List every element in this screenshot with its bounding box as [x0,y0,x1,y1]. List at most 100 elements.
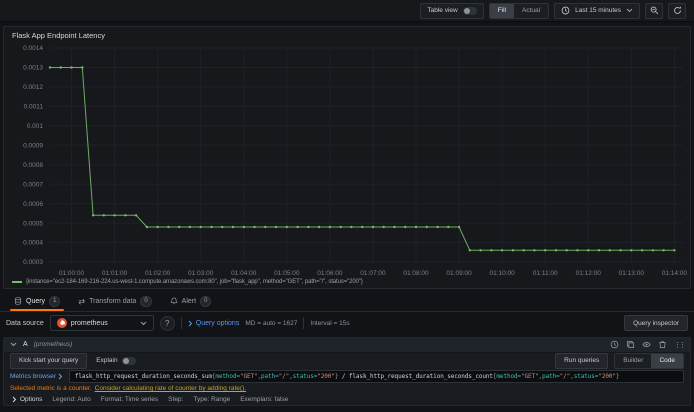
divider [180,317,182,329]
svg-text:0.0008: 0.0008 [23,162,43,169]
table-view-label: Table view [427,7,458,14]
counter-warning-text: Selected metric is a counter. [10,385,92,393]
legend-series-label: {instance="ec2-184-169-216-224.us-west-1… [26,279,363,285]
query-row-actions: ⋮⋮ [610,340,686,349]
option-step: Step: [168,395,184,403]
query-options-toggle[interactable]: Query options [188,319,240,327]
svg-text:0.0005: 0.0005 [23,220,43,227]
svg-text:01:07:00: 01:07:00 [360,270,386,277]
query-ref-id: A [23,341,28,349]
max-data-points-summary: MD = auto = 1627 [245,319,298,327]
metrics-browser-label: Metrics browser [10,373,56,381]
svg-text:01:11:00: 01:11:00 [533,270,558,277]
tab-transform-badge: 0 [140,295,152,307]
options-toggle[interactable]: Options [12,396,42,403]
svg-text:01:13:00: 01:13:00 [619,270,645,277]
time-range-picker[interactable]: Last 15 minutes [554,2,640,19]
tab-transform-data[interactable]: ⇄ Transform data 0 [70,291,159,311]
latency-chart[interactable]: 0.0014 0.0013 0.0012 0.0011 0.001 0.0009 0.000… [5,43,689,277]
chart-legend[interactable]: {instance="ec2-184-169-216-224.us-west-1… [12,279,363,285]
tab-query-label: Query [26,297,46,305]
datasource-value: prometheus [70,319,108,327]
remove-query-trash-icon[interactable] [658,340,667,349]
svg-text:01:03:00: 01:03:00 [188,270,214,277]
hide-response-eye-icon[interactable] [642,340,651,349]
svg-text:01:12:00: 01:12:00 [576,270,602,277]
chevron-down-icon [626,8,633,13]
legend-series-swatch [12,281,22,283]
refresh-icon [673,6,682,15]
query-history-icon[interactable] [610,340,619,349]
table-view-toggle-group[interactable]: Table view [420,2,484,19]
panel-title: Flask App Endpoint Latency [12,31,105,40]
editor-mode-group: Builder Code [614,352,684,369]
svg-text:0.0011: 0.0011 [24,104,44,111]
zoom-out-button[interactable] [645,2,663,19]
svg-text:01:14:00: 01:14:00 [662,270,688,277]
code-mode-button[interactable]: Code [651,353,683,368]
query-inspector-button[interactable]: Query inspector [624,315,688,331]
svg-text:0.0003: 0.0003 [23,259,43,266]
query-editor-card: A (prometheus) ⋮⋮ Kick start your query … [3,337,691,406]
drag-handle[interactable]: ⋮⋮ [674,341,686,349]
explain-label: Explain [96,357,118,365]
actual-button[interactable]: Actual [514,4,548,18]
datasource-select[interactable]: prometheus [49,315,154,331]
tab-query[interactable]: Query 1 [6,291,68,311]
tab-alert-label: Alert [181,297,197,305]
chevron-right-icon [188,320,192,326]
run-queries-button[interactable]: Run queries [555,352,609,369]
zoom-out-icon [650,6,659,15]
panel-editor-topbar: Table view Fill Actual Last 15 minutes [0,0,694,22]
kick-start-query-button[interactable]: Kick start your query [10,352,88,369]
svg-text:01:06:00: 01:06:00 [317,270,343,277]
latency-panel: Flask App Endpoint Latency 0.0014 0.0013 0… [3,26,691,289]
latency-chart-svg: 0.0014 0.0013 0.0012 0.0011 0.001 0.0009 0.000… [23,45,688,277]
duplicate-query-icon[interactable] [626,340,635,349]
option-exemplars: Exemplars: false [240,395,289,403]
datasource-row: Data source prometheus ? Query options M… [6,314,688,332]
datasource-label: Data source [6,319,44,327]
query-warning-row: Selected metric is a counter. Consider c… [4,385,690,394]
tab-transform-label: Transform data [89,297,137,305]
svg-text:01:02:00: 01:02:00 [145,270,171,277]
svg-text:0.0014: 0.0014 [23,45,43,52]
clock-icon [561,6,570,15]
svg-text:01:01:00: 01:01:00 [102,270,128,277]
fit-mode-group: Fill Actual [488,2,550,19]
prometheus-logo-icon [56,318,67,328]
chevron-right-icon [58,374,63,380]
time-range-label: Last 15 minutes [575,7,621,14]
explain-switch[interactable] [121,356,136,365]
svg-text:0.0012: 0.0012 [23,84,43,91]
query-datasource-hint: (prometheus) [33,341,73,349]
divider [303,317,305,329]
table-view-switch[interactable] [462,6,477,15]
query-options-label: Query options [195,319,240,327]
options-label-text: Options [20,395,43,403]
add-rate-hint-link[interactable]: Consider calculating rate of counter by … [95,385,246,392]
refresh-button[interactable] [668,2,686,19]
chevron-down-icon [10,342,17,347]
transform-arrows-icon: ⇄ [78,296,86,306]
svg-text:01:00:00: 01:00:00 [59,270,85,277]
option-legend: Legend: Auto [52,395,91,403]
svg-text:0.0013: 0.0013 [23,65,43,72]
svg-text:0.0009: 0.0009 [23,142,43,149]
svg-text:0.0004: 0.0004 [23,240,43,247]
svg-text:01:10:00: 01:10:00 [489,270,515,277]
promql-expression-input[interactable]: flask_http_request_duration_seconds_sum{… [68,370,684,384]
tab-alert[interactable]: Alert 0 [162,291,220,311]
query-row-header[interactable]: A (prometheus) ⋮⋮ [4,338,690,353]
query-expression: flask_http_request_duration_seconds_sum{… [74,373,620,381]
editor-tabbar: Query 1 ⇄ Transform data 0 Alert 0 [0,291,694,312]
bell-icon [170,297,178,305]
svg-text:01:09:00: 01:09:00 [446,270,472,277]
fill-button[interactable]: Fill [489,3,515,18]
datasource-help-button[interactable]: ? [159,315,175,331]
metrics-browser-toggle[interactable]: Metrics browser [10,373,63,380]
svg-text:0.0007: 0.0007 [23,181,43,188]
explain-toggle-group: Explain [96,356,136,365]
builder-mode-button[interactable]: Builder [615,354,651,368]
svg-text:01:04:00: 01:04:00 [231,270,257,277]
